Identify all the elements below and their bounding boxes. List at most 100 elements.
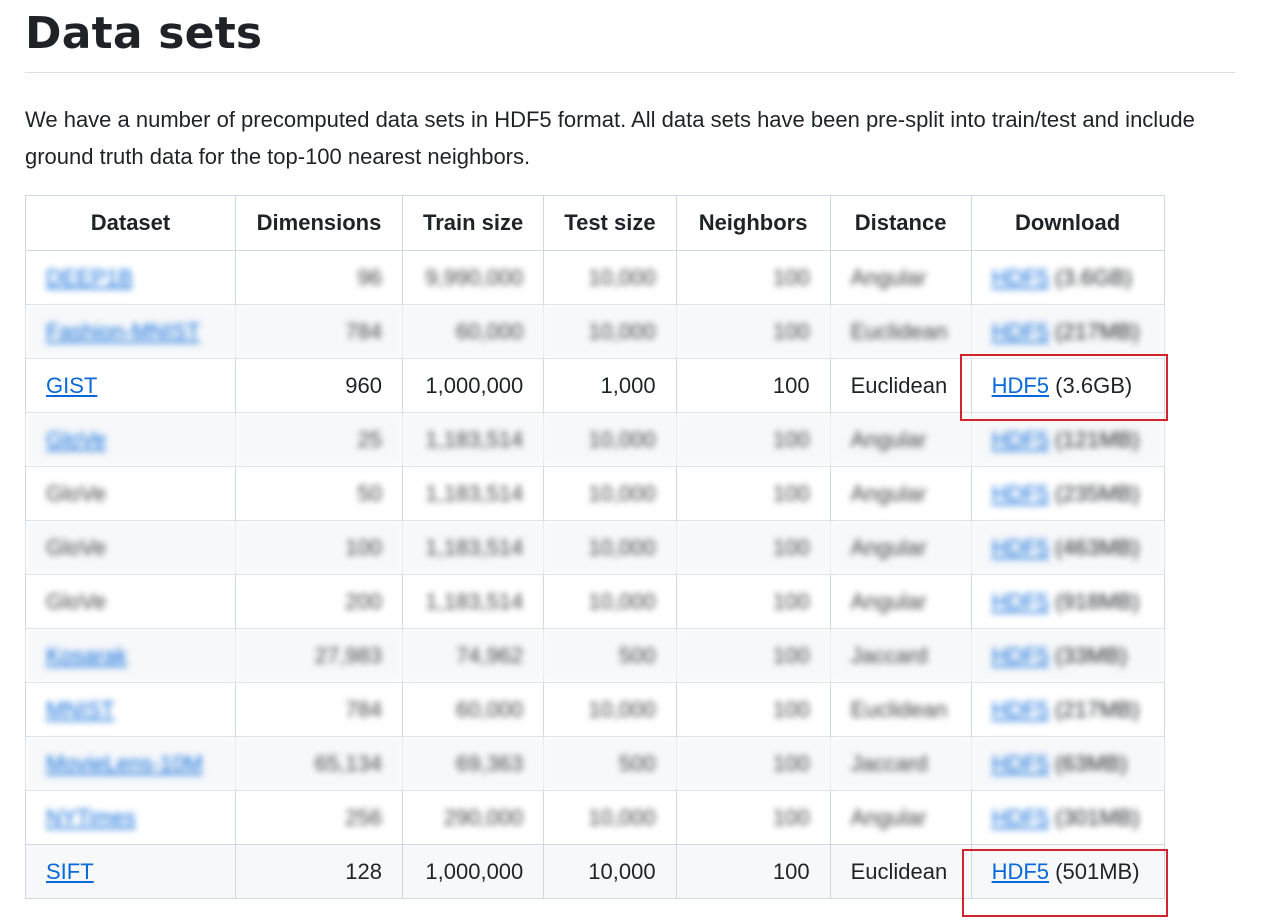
table-row: MNIST 784 60,000 10,000 100 Euclidean HDF5 (21… xyxy=(25,682,1165,737)
table-row: NYTimes 256 290,000 10,000 100 Angular HDF5 (3… xyxy=(25,790,1165,845)
test-size-cell: 10,000 xyxy=(543,844,677,899)
neighbors-cell: 100 xyxy=(675,736,831,791)
file-size: (3.6GB) xyxy=(1055,264,1133,290)
distance-cell: Jaccard xyxy=(829,736,972,791)
dimensions-cell: 27,983 xyxy=(235,628,403,683)
hdf5-download-link[interactable]: HDF5 xyxy=(992,481,1049,506)
dimensions-cell: 960 xyxy=(235,358,403,413)
train-size-cell: 1,183,514 xyxy=(401,412,545,467)
datasets-table: Dataset Dimensions Train size Test size … xyxy=(25,195,1165,899)
test-size-cell: 10,000 xyxy=(543,466,677,521)
hdf5-download-link[interactable]: HDF5 xyxy=(992,589,1049,614)
dataset-cell: SIFT xyxy=(25,844,236,899)
dataset-cell: DEEP1B xyxy=(25,250,236,305)
dataset-cell: Fashion-MNIST xyxy=(25,304,236,359)
header-train-size: Train size xyxy=(401,195,545,251)
table-row: GloVe 50 1,183,514 10,000 100 Angular HDF5 (23… xyxy=(25,466,1165,521)
dataset-name: GloVe xyxy=(46,534,106,560)
neighbors-cell: 100 xyxy=(675,466,831,521)
hdf5-download-link[interactable]: HDF5 xyxy=(992,535,1049,560)
distance-cell: Jaccard xyxy=(829,628,972,683)
table-row: GIST 960 1,000,000 1,000 100 Euclidean HDF5 (3… xyxy=(25,358,1165,413)
distance-cell: Euclidean xyxy=(829,358,972,413)
neighbors-cell: 100 xyxy=(675,304,831,359)
dataset-link[interactable]: GloVe xyxy=(46,427,106,452)
table-row: GloVe 25 1,183,514 10,000 100 Angular HDF5 (12… xyxy=(25,412,1165,467)
header-dimensions: Dimensions xyxy=(235,195,403,251)
neighbors-cell: 100 xyxy=(675,412,831,467)
header-distance: Distance xyxy=(829,195,972,251)
neighbors-cell: 100 xyxy=(675,790,831,845)
hdf5-download-link[interactable]: HDF5 xyxy=(992,427,1049,452)
dataset-link[interactable]: Fashion-MNIST xyxy=(46,319,200,344)
hdf5-download-link[interactable]: HDF5 xyxy=(992,319,1049,344)
test-size-cell: 10,000 xyxy=(543,790,677,845)
dataset-link[interactable]: DEEP1B xyxy=(46,265,133,290)
distance-cell: Angular xyxy=(829,466,972,521)
dataset-cell: GIST xyxy=(25,358,236,413)
header-dataset: Dataset xyxy=(25,195,236,251)
table-row: GloVe 200 1,183,514 10,000 100 Angular HDF5 (9… xyxy=(25,574,1165,629)
train-size-cell: 1,183,514 xyxy=(401,466,545,521)
dataset-link[interactable]: MovieLens-10M xyxy=(46,751,203,776)
dataset-link[interactable]: NYTimes xyxy=(46,805,136,830)
table-row: Kosarak 27,983 74,962 500 100 Jaccard HDF5 (33… xyxy=(25,628,1165,683)
distance-cell: Angular xyxy=(829,574,972,629)
file-size: (3.6GB) xyxy=(1055,372,1133,398)
test-size-cell: 10,000 xyxy=(543,304,677,359)
dataset-link[interactable]: Kosarak xyxy=(46,643,127,668)
distance-cell: Euclidean xyxy=(829,844,972,899)
file-size: (301MB) xyxy=(1055,804,1140,830)
download-cell: HDF5 (3.6GB) xyxy=(970,250,1165,305)
neighbors-cell: 100 xyxy=(675,844,831,899)
header-test-size: Test size xyxy=(543,195,677,251)
hdf5-download-link[interactable]: HDF5 xyxy=(992,373,1049,398)
table-row: DEEP1B 96 9,990,000 10,000 100 Angular HDF5 (3… xyxy=(25,250,1165,305)
hdf5-download-link[interactable]: HDF5 xyxy=(992,859,1049,884)
hdf5-download-link[interactable]: HDF5 xyxy=(992,265,1049,290)
dataset-cell: GloVe xyxy=(25,574,236,629)
page-title: Data sets xyxy=(25,8,263,59)
dataset-link[interactable]: SIFT xyxy=(46,859,94,884)
test-size-cell: 500 xyxy=(543,736,677,791)
download-cell: HDF5 (63MB) xyxy=(970,736,1165,791)
file-size: (501MB) xyxy=(1055,858,1140,884)
train-size-cell: 74,962 xyxy=(401,628,545,683)
distance-cell: Euclidean xyxy=(829,682,972,737)
table-row: SIFT 128 1,000,000 10,000 100 Euclidean HDF5 (… xyxy=(25,844,1165,899)
file-size: (217MB) xyxy=(1055,696,1140,722)
test-size-cell: 500 xyxy=(543,628,677,683)
neighbors-cell: 100 xyxy=(675,250,831,305)
dataset-cell: Kosarak xyxy=(25,628,236,683)
download-cell: HDF5 (501MB) xyxy=(970,844,1165,899)
download-cell: HDF5 (918MB) xyxy=(970,574,1165,629)
table-header-row: Dataset Dimensions Train size Test size … xyxy=(25,195,1165,251)
train-size-cell: 1,000,000 xyxy=(401,844,545,899)
test-size-cell: 1,000 xyxy=(543,358,677,413)
header-neighbors: Neighbors xyxy=(675,195,831,251)
hdf5-download-link[interactable]: HDF5 xyxy=(992,697,1049,722)
dimensions-cell: 100 xyxy=(235,520,403,575)
table-row: GloVe 100 1,183,514 10,000 100 Angular HDF5 (4… xyxy=(25,520,1165,575)
neighbors-cell: 100 xyxy=(675,682,831,737)
file-size: (463MB) xyxy=(1055,534,1140,560)
hdf5-download-link[interactable]: HDF5 xyxy=(992,751,1049,776)
dataset-link[interactable]: GIST xyxy=(46,373,97,398)
train-size-cell: 60,000 xyxy=(401,682,545,737)
dataset-link[interactable]: MNIST xyxy=(46,697,114,722)
dataset-cell: GloVe xyxy=(25,466,236,521)
download-cell: HDF5 (3.6GB) xyxy=(970,358,1165,413)
dimensions-cell: 128 xyxy=(235,844,403,899)
hdf5-download-link[interactable]: HDF5 xyxy=(992,643,1049,668)
dimensions-cell: 50 xyxy=(235,466,403,521)
dimensions-cell: 256 xyxy=(235,790,403,845)
distance-cell: Angular xyxy=(829,520,972,575)
download-cell: HDF5 (463MB) xyxy=(970,520,1165,575)
train-size-cell: 1,183,514 xyxy=(401,574,545,629)
dataset-cell: GloVe xyxy=(25,412,236,467)
train-size-cell: 60,000 xyxy=(401,304,545,359)
title-divider xyxy=(25,72,1235,73)
test-size-cell: 10,000 xyxy=(543,682,677,737)
hdf5-download-link[interactable]: HDF5 xyxy=(992,805,1049,830)
train-size-cell: 9,990,000 xyxy=(401,250,545,305)
